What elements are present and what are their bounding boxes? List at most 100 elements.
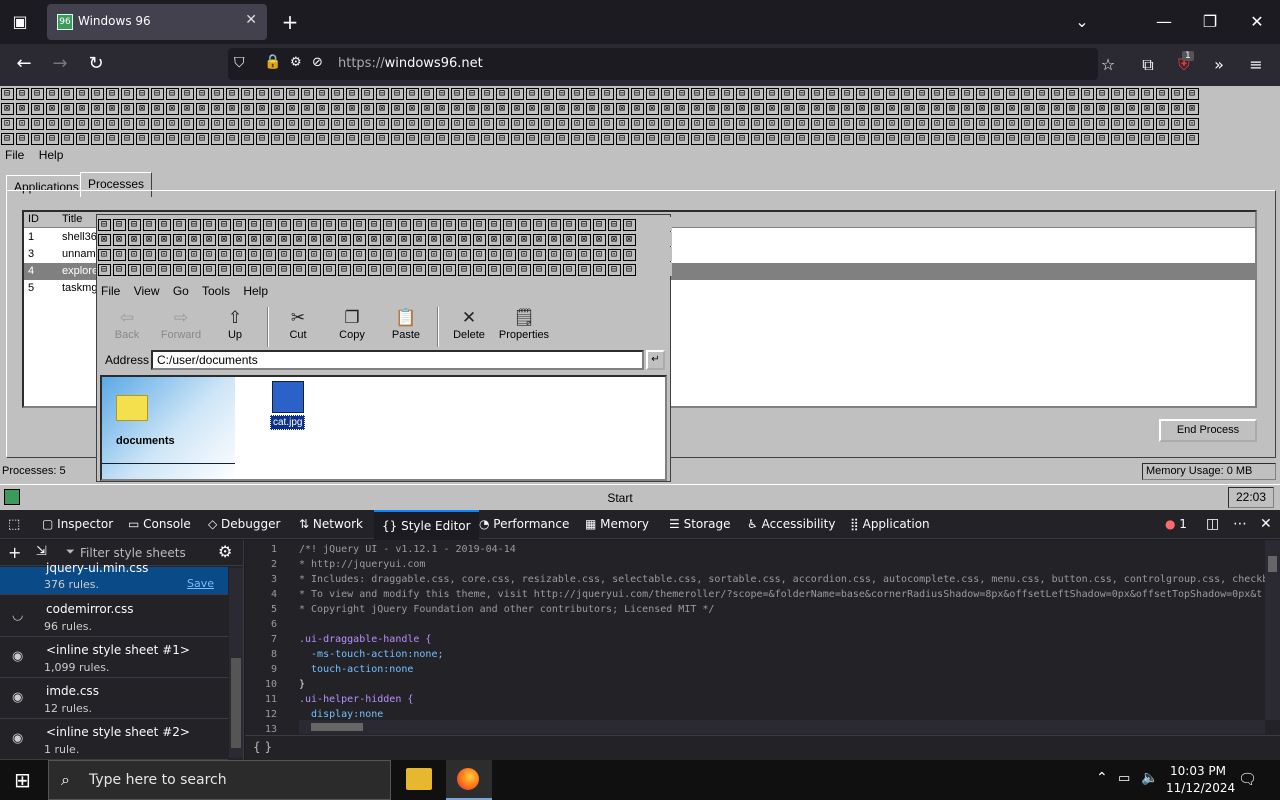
go-button[interactable]: ↵ (646, 350, 665, 370)
tab-storage[interactable]: ☰ Storage (669, 510, 731, 539)
close-devtools-icon[interactable]: ✕ (1260, 510, 1272, 539)
image-file-icon[interactable] (272, 381, 304, 413)
properties-button[interactable]: 🗒 Properties (493, 307, 555, 341)
eye-icon[interactable]: ◉ (12, 731, 23, 746)
more-tools-chevron-icon[interactable]: » (1203, 49, 1235, 81)
extensions-icon[interactable]: ⧉ (1132, 49, 1164, 81)
tab-memory[interactable]: ▦ Memory (585, 510, 649, 539)
forward-button[interactable]: ⇨ Forward (153, 307, 209, 341)
element-picker-icon[interactable]: ⬚ (8, 510, 20, 539)
explorer-window[interactable]: ⊟ ⊟ ⊟ ⊟ ⊟ ⊟ ⊟ ⊟ ⊟ ⊟ ⊟ ⊟ ⊟ ⊟ ⊟ ⊟ ⊟ ⊟ ⊟ ⊟ ⊟ ⊟ ⊟ ⊟ ⊟ ⊟ ⊟ ⊟ ⊟ ⊟ ⊟ ⊟ ⊟ ⊟ ⊟ ⊟ ⊠ ⊠ ⊠… (96, 214, 672, 482)
forward-icon[interactable]: → (44, 48, 76, 80)
stylesheet-item-selected[interactable]: jquery-ui.min.css 376 rules. Save (0, 561, 228, 595)
windows-start-icon[interactable]: ⊞ (14, 768, 31, 792)
scrollbar-thumb[interactable] (1268, 556, 1277, 572)
taskbar-search-box[interactable]: ⌕ Type here to search (48, 760, 391, 800)
menu-file[interactable]: File (101, 284, 120, 298)
clock-date[interactable]: 11/12/2024 (1166, 781, 1235, 795)
network-icon[interactable]: ▭ (1118, 771, 1130, 786)
settings-gear-icon[interactable]: ⚙ (218, 542, 232, 561)
up-button[interactable]: ⇧ Up (207, 307, 263, 341)
delete-button[interactable]: ✕ Delete (441, 307, 497, 341)
tab-list-icon[interactable]: ▣ (4, 6, 36, 38)
column-id[interactable]: ID (28, 213, 39, 225)
hamburger-menu-icon[interactable]: ≡ (1240, 49, 1272, 81)
file-explorer-taskbar-icon[interactable] (406, 768, 432, 790)
back-button[interactable]: ⇦ Back (99, 307, 155, 341)
paste-button[interactable]: 📋 Paste (378, 307, 434, 341)
cut-button[interactable]: ✂ Cut (270, 307, 326, 341)
autoplay-blocked-icon[interactable]: ⊘ (312, 55, 323, 70)
code-line: -ms-touch-action:none; (299, 649, 444, 660)
copy-button[interactable]: ❐ Copy (324, 307, 380, 341)
new-tab-button[interactable]: + (274, 6, 306, 38)
volume-muted-icon[interactable]: 🔈 (1141, 770, 1158, 786)
tab-network[interactable]: ⇅ Network (299, 510, 363, 539)
tab-performance[interactable]: ◔ Performance (479, 510, 569, 539)
css-code-editor[interactable]: 1/*! jQuery UI - v1.12.1 - 2019-04-14 2 *… (245, 540, 1280, 735)
eye-icon[interactable]: ◉ (12, 649, 23, 664)
clock-time[interactable]: 10:03 PM (1170, 764, 1226, 778)
end-process-button[interactable]: End Process (1159, 419, 1257, 442)
error-icon[interactable]: ● 1 (1165, 510, 1187, 539)
eye-icon[interactable]: ◉ (12, 690, 23, 705)
minimize-window-icon[interactable]: — (1148, 6, 1180, 38)
tab-debugger[interactable]: ◇ Debugger (208, 510, 280, 539)
scrollbar-thumb[interactable] (311, 723, 363, 731)
folder-icon[interactable] (116, 395, 148, 421)
back-icon[interactable]: ← (8, 48, 40, 80)
menu-help[interactable]: Help (243, 284, 268, 298)
reload-icon[interactable]: ↻ (80, 48, 112, 80)
column-title[interactable]: Title (62, 213, 82, 225)
win96-taskbar: Start 22:03 (0, 484, 1280, 510)
stylesheet-item[interactable]: ◉ <inline style sheet #1> 1,099 rules. (0, 637, 228, 678)
folder-label[interactable]: documents (116, 435, 175, 447)
tab-application[interactable]: ⣿ Application (850, 510, 930, 539)
bookmark-star-icon[interactable]: ☆ (1092, 49, 1124, 81)
tracking-protection-shield-icon[interactable]: ⛉ (234, 55, 245, 71)
url-text[interactable]: https://windows96.net (338, 56, 483, 71)
restore-window-icon[interactable]: ❐ (1194, 6, 1226, 38)
editor-horizontal-scrollbar[interactable] (299, 720, 1265, 734)
stylesheet-item[interactable]: ◉ imde.css 12 rules. (0, 678, 228, 719)
more-options-icon[interactable]: ⋯ (1233, 510, 1247, 539)
sidebar-scrollbar[interactable] (229, 568, 243, 758)
permissions-icon[interactable]: ⚙ (290, 55, 302, 70)
menu-go[interactable]: Go (173, 284, 189, 298)
browser-tab[interactable]: 96 Windows 96 ✕ (47, 4, 267, 40)
code-line: .ui-draggable-handle { (299, 634, 432, 645)
start-button[interactable]: Start (22, 488, 1218, 509)
close-tab-icon[interactable]: ✕ (245, 12, 257, 28)
menu-view[interactable]: View (134, 284, 160, 298)
filter-input[interactable]: Filter style sheets (80, 546, 186, 560)
url-bar[interactable]: ⛉ 🔒 ⚙ ⊘ https://windows96.net (228, 48, 1098, 80)
import-sheet-icon[interactable]: ⇲ (36, 544, 47, 559)
editor-vertical-scrollbar[interactable] (1265, 540, 1280, 720)
tab-style-editor[interactable]: {} Style Editor (374, 510, 479, 539)
tray-chevron-icon[interactable]: ⌃ (1096, 770, 1108, 786)
notifications-icon[interactable]: 🗨 (1238, 770, 1257, 788)
save-link[interactable]: Save (187, 577, 214, 590)
menu-tools[interactable]: Tools (202, 284, 230, 298)
file-label-selected[interactable]: cat.jpg (270, 415, 306, 430)
pretty-print-button[interactable]: { } (253, 740, 272, 754)
titlebar-button-row: ⊠ ⊠ ⊠ ⊠ ⊠ ⊠ ⊠ ⊠ ⊠ ⊠ ⊠ ⊠ ⊠ ⊠ ⊠ ⊠ ⊠ ⊠ ⊠ ⊠ ⊠ ⊠ ⊠ ⊠ ⊠ ⊠ ⊠ ⊠ ⊠ ⊠ ⊠ ⊠ ⊠ ⊠ ⊠ ⊠ ⊠ ⊠ ⊠ ⊠… (0, 101, 1280, 115)
scrollbar-thumb[interactable] (231, 658, 241, 748)
eye-icon[interactable]: ◡ (12, 608, 23, 623)
close-window-icon[interactable]: ✕ (1241, 6, 1273, 38)
tab-console[interactable]: ▭ Console (128, 510, 191, 539)
menu-file[interactable]: File (5, 148, 24, 162)
stylesheet-item[interactable]: ◉ <inline style sheet #2> 1 rule. (0, 719, 228, 760)
win96-logo-icon[interactable] (4, 489, 20, 505)
new-sheet-plus-icon[interactable]: + (8, 543, 21, 562)
stylesheet-item[interactable]: ◡ codemirror.css 96 rules. (0, 596, 228, 637)
paste-icon: 📋 (395, 308, 417, 327)
dock-side-icon[interactable]: ◫ (1206, 510, 1219, 539)
up-folder-icon: ⇧ (227, 308, 243, 327)
tab-inspector[interactable]: ▢ Inspector (42, 510, 113, 539)
address-input[interactable]: C:/user/documents (151, 350, 644, 370)
menu-help[interactable]: Help (39, 148, 64, 162)
tab-accessibility[interactable]: ♿ Accessibility (747, 510, 835, 539)
lock-icon[interactable]: 🔒 (264, 54, 281, 70)
list-all-tabs-chevron-icon[interactable]: ⌄ (1066, 6, 1098, 38)
